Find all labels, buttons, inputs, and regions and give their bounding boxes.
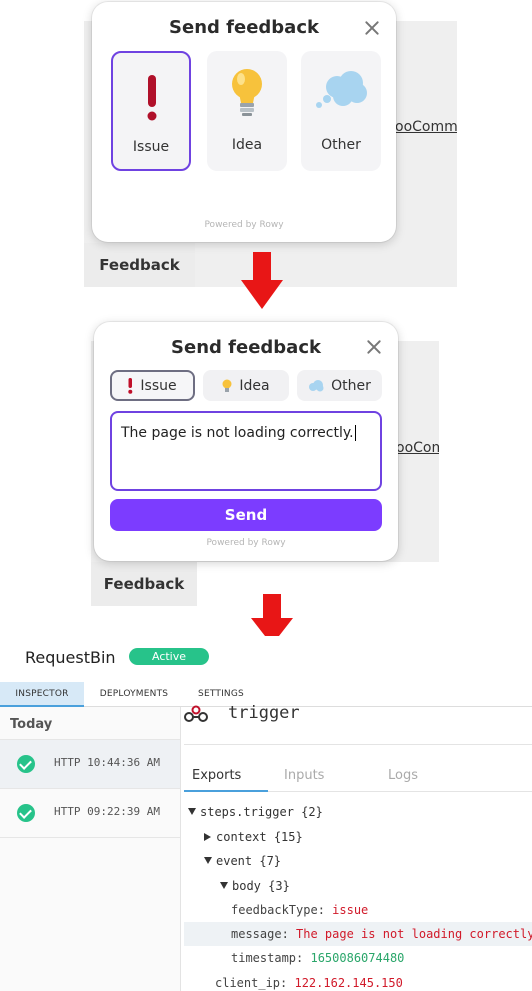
exclamation-icon (128, 377, 133, 394)
tree-count: {3} (268, 879, 290, 893)
tree-key: timestamp: (231, 951, 304, 965)
caret-right-icon (204, 833, 211, 841)
requestbin-panel: RequestBin Active INSPECTOR DEPLOYMENTS … (0, 636, 532, 991)
text-caret (354, 425, 356, 441)
background-feedback-button-2[interactable]: Feedback (91, 562, 197, 606)
tree-value: 1650086074480 (310, 951, 405, 965)
requestbin-title: RequestBin (25, 648, 116, 667)
tree-count: {2} (301, 805, 323, 819)
option-other-label: Other (321, 137, 361, 153)
tab-inspector[interactable]: INSPECTOR (0, 682, 84, 707)
tree-key: body (232, 879, 261, 893)
chip-other-label: Other (331, 377, 371, 394)
feedback-popup: Send feedback Issue Idea Other Powered b… (92, 2, 396, 242)
tree-key: event (216, 854, 253, 868)
tab-deployments[interactable]: DEPLOYMENTS (92, 682, 176, 705)
event-row[interactable]: HTTP 10:44:36 AM (0, 740, 180, 788)
background-link-2[interactable]: ooCom (396, 440, 439, 456)
event-row[interactable]: HTTP 09:22:39 AM (0, 789, 180, 837)
tab-inputs[interactable]: Inputs (284, 768, 324, 783)
tree-value: 122.162.145.150 (294, 976, 403, 990)
tree-leaf-feedbacktype[interactable]: feedbackType: issue (231, 903, 368, 917)
caret-down-icon (220, 882, 228, 889)
tree-node-context[interactable]: context {15} (204, 830, 303, 844)
step-title: trigger (228, 703, 300, 723)
lightbulb-icon (222, 379, 232, 392)
option-issue-tile[interactable]: Issue (111, 51, 191, 171)
chip-idea[interactable]: Idea (203, 370, 289, 401)
tree-node-event[interactable]: event {7} (204, 854, 281, 868)
chip-issue-label: Issue (140, 377, 177, 394)
tree-leaf-message[interactable]: message: The page is not loading correct… (231, 927, 532, 941)
status-badge: Active (129, 648, 209, 665)
tree-value: issue (332, 903, 369, 917)
caret-down-icon (188, 808, 196, 815)
tab-exports[interactable]: Exports (192, 768, 241, 783)
send-button[interactable]: Send (110, 499, 382, 531)
event-row-text: HTTP 10:44:36 AM (54, 756, 160, 769)
chip-idea-label: Idea (239, 377, 270, 394)
caret-down-icon (204, 857, 212, 864)
tab-settings[interactable]: SETTINGS (184, 682, 258, 705)
powered-by: Powered by Rowy (204, 220, 284, 230)
close-icon[interactable] (366, 339, 382, 355)
tree-leaf-timestamp[interactable]: timestamp: 1650086074480 (231, 951, 404, 965)
background-link[interactable]: ooComme (395, 119, 457, 135)
exclamation-icon (147, 75, 157, 121)
tree-count: {7} (259, 854, 282, 868)
option-other-tile[interactable]: Other (301, 51, 381, 171)
tree-node-body[interactable]: body {3} (220, 879, 290, 893)
lightbulb-icon (232, 69, 262, 116)
tree-leaf-client-ip[interactable]: client_ip: 122.162.145.150 (215, 976, 403, 990)
tree-key: steps.trigger (200, 805, 294, 819)
tree-key: feedbackType: (231, 903, 325, 917)
event-group-label: Today (10, 717, 53, 732)
tree-key: message: (231, 927, 289, 941)
chip-other[interactable]: Other (297, 370, 382, 401)
powered-by: Powered by Rowy (206, 538, 286, 548)
down-arrow-icon (241, 252, 283, 309)
event-detail: trigger Exports Inputs Logs steps.trigge… (184, 703, 532, 991)
chip-issue[interactable]: Issue (110, 370, 195, 401)
option-issue-label: Issue (132, 139, 170, 155)
tree-key: client_ip: (215, 976, 288, 990)
check-circle-icon (17, 804, 35, 822)
webhook-icon (184, 705, 208, 722)
check-circle-icon (17, 755, 35, 773)
divider (184, 744, 532, 745)
tab-logs[interactable]: Logs (388, 768, 418, 783)
active-tab-indicator (184, 790, 268, 792)
background-feedback-button[interactable]: Feedback (84, 243, 195, 287)
popup-title: Send feedback (171, 337, 321, 358)
event-row-text: HTTP 09:22:39 AM (54, 805, 160, 818)
close-icon[interactable] (364, 20, 380, 36)
popup-title: Send feedback (169, 17, 319, 38)
tree-key: context (216, 830, 267, 844)
tree-value: The page is not loading correctly. (296, 927, 532, 941)
divider (0, 837, 180, 838)
option-idea-tile[interactable]: Idea (207, 51, 287, 171)
message-text: The page is not loading correctly. (121, 425, 354, 441)
option-idea-label: Idea (231, 137, 263, 153)
tree-node-steps-trigger[interactable]: steps.trigger {2} (188, 805, 323, 819)
tree-count: {15} (273, 830, 303, 844)
feedback-popup-expanded: Send feedback Issue Idea Other The page … (94, 322, 398, 561)
cloud-icon (309, 379, 324, 391)
cloud-icon (316, 71, 367, 108)
message-textarea[interactable]: The page is not loading correctly. (110, 411, 382, 491)
event-list: Today HTTP 10:44:36 AM HTTP 09:22:39 AM (0, 707, 181, 991)
